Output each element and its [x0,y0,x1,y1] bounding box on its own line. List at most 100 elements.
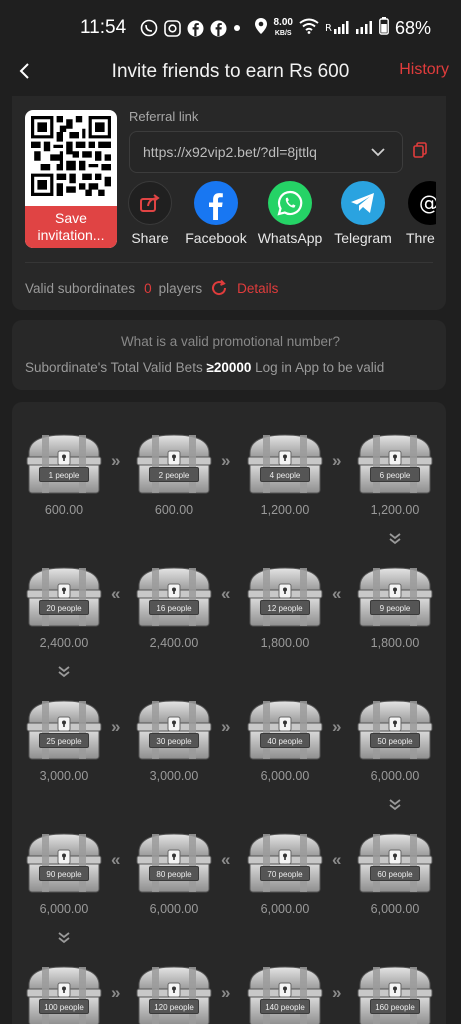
reward-amount: 3,000.00 [39,769,89,783]
facebook-share-button[interactable]: Facebook [176,181,256,246]
reward-chest: 160 people [356,963,434,1024]
arrow-left-icon: « [221,584,231,603]
reward-people-label: 120 people [149,999,199,1014]
reward-people-label: 100 people [39,999,89,1014]
reward-amount: 600.00 [44,503,84,517]
threads-icon: @ [408,181,436,225]
promo-cond-suffix: Log in App to be valid [251,360,385,375]
status-bar: 11:54 8.00 KB/S R 68% [0,0,461,56]
refresh-icon[interactable] [210,279,228,297]
reward-chest: 4 people [246,431,324,497]
history-button[interactable]: History [399,61,449,79]
promo-cond-prefix: Subordinate's Total Valid Bets [25,360,207,375]
share-arrow-icon [128,181,172,225]
reward-chest: 80 people [135,830,213,896]
facebook-label: Facebook [185,230,247,246]
reward-amount: 600.00 [154,503,194,517]
valid-subordinates-unit: players [158,280,203,296]
screen: 11:54 8.00 KB/S R 68% Invite friends to … [0,0,461,1024]
reward-chest: 30 people [135,697,213,763]
battery-percent: 68% [394,17,431,38]
reward-chest: 1 people [25,431,103,497]
reward-people-label: 80 people [149,866,199,881]
arrow-down-icon [57,665,71,682]
promo-rule-card [12,320,446,390]
header: Invite friends to earn Rs 600 History [0,50,461,94]
reward-chest: 12 people [246,564,324,630]
promo-question: What is a valid promotional number? [120,334,341,349]
reward-people-label: 25 people [39,733,89,748]
reward-people-label: 90 people [39,866,89,881]
save-invitation-button[interactable]: Save invitation... [25,206,117,248]
reward-people-label: 16 people [149,600,199,615]
qr-code-card[interactable]: Save invitation... [25,110,117,248]
page-title: Invite friends to earn Rs 600 [111,61,350,82]
network-speed: 8.00 KB/S [273,16,293,39]
reward-amount: 6,000.00 [370,769,420,783]
valid-subordinates-label: Valid subordinates [25,280,136,296]
telegram-label: Telegram [334,230,392,246]
valid-subordinates-count: 0 [144,280,152,296]
reward-people-label: 160 people [370,999,420,1014]
reward-chest: 9 people [356,564,434,630]
reward-chest: 120 people [135,963,213,1024]
arrow-down-icon [388,798,402,815]
telegram-share-button[interactable]: Telegram [323,181,403,246]
divider [25,262,433,263]
reward-amount: 1,200.00 [370,503,420,517]
instagram-icon [164,19,181,37]
reward-amount: 3,000.00 [149,769,199,783]
wifi-icon [299,18,319,39]
arrow-right-icon: » [221,451,231,470]
reward-chest: 16 people [135,564,213,630]
arrow-left-icon: « [221,850,231,869]
network-speed-value: 8.00 [273,16,293,28]
chevron-down-icon[interactable] [370,144,386,160]
signal-icon: R [325,18,349,39]
svg-text:@: @ [419,191,436,215]
reward-people-label: 9 people [370,600,420,615]
reward-people-label: 2 people [149,467,199,482]
reward-amount: 6,000.00 [370,902,420,916]
referral-link-value: https://x92vip2.bet/?dl=8jttlq [143,144,317,160]
arrow-left-icon: « [111,584,121,603]
status-time: 11:54 [80,17,127,38]
save-label-line2: invitation... [37,227,105,243]
whatsapp-icon [268,181,312,225]
arrow-right-icon: » [111,451,121,470]
telegram-icon [341,181,385,225]
arrow-right-icon: » [111,717,121,736]
arrow-left-icon: « [111,850,121,869]
arrow-right-icon: » [111,983,121,1002]
reward-chest: 40 people [246,697,324,763]
arrow-right-icon: » [221,717,231,736]
reward-chest: 70 people [246,830,324,896]
arrow-right-icon: » [221,983,231,1002]
whatsapp-share-button[interactable]: WhatsApp [250,181,330,246]
reward-people-label: 140 people [260,999,310,1014]
referral-link-label: Referral link [129,109,199,124]
notification-dot-icon [233,24,241,32]
reward-amount: 1,200.00 [260,503,310,517]
reward-people-label: 30 people [149,733,199,748]
facebook-status-icon-2 [210,20,227,37]
reward-chest: 140 people [246,963,324,1024]
reward-people-label: 1 people [39,467,89,482]
threads-share-button[interactable]: @ Thre [396,181,436,246]
reward-chest: 100 people [25,963,103,1024]
promo-condition: Subordinate's Total Valid Bets ≥20000 Lo… [25,360,384,375]
referral-link-field[interactable]: https://x92vip2.bet/?dl=8jttlq [129,131,403,173]
reward-amount: 1,800.00 [260,636,310,650]
reward-people-label: 4 people [260,467,310,482]
reward-amount: 6,000.00 [260,902,310,916]
location-icon [254,17,268,40]
reward-amount: 1,800.00 [370,636,420,650]
copy-icon[interactable] [413,142,427,158]
reward-people-label: 50 people [370,733,420,748]
details-link[interactable]: Details [237,281,278,296]
reward-amount: 2,400.00 [39,636,89,650]
reward-people-label: 70 people [260,866,310,881]
arrow-right-icon: » [332,983,342,1002]
battery-icon [379,16,389,40]
reward-people-label: 20 people [39,600,89,615]
